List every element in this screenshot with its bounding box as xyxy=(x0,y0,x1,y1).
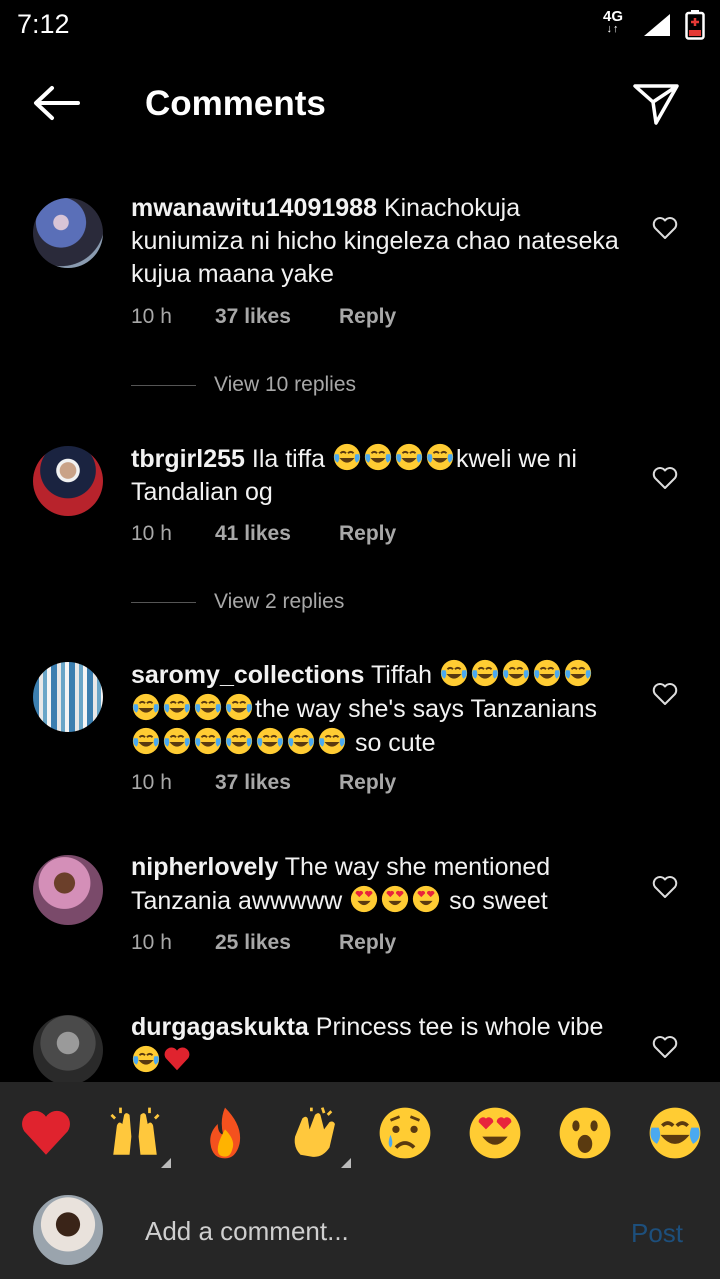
tears-of-joy-emoji-icon xyxy=(286,726,316,756)
like-heart-icon[interactable] xyxy=(652,466,678,490)
tears-of-joy-emoji-icon xyxy=(131,726,161,756)
comment-likes[interactable]: 37 likes xyxy=(215,305,339,329)
like-heart-icon[interactable] xyxy=(652,875,678,899)
fire-icon[interactable] xyxy=(196,1104,254,1162)
comment-likes[interactable]: 25 likes xyxy=(215,931,339,955)
comment-body-part: so cute xyxy=(348,729,436,757)
view-replies-label: View 10 replies xyxy=(214,373,357,396)
comment-likes[interactable]: 37 likes xyxy=(215,771,339,795)
replies-divider xyxy=(131,384,196,386)
clapping-hands-icon[interactable] xyxy=(286,1104,344,1162)
comment-username[interactable]: mwanawitu14091988 xyxy=(131,194,377,222)
comment-username[interactable]: durgagaskukta xyxy=(131,1013,309,1041)
tears-of-joy-emoji-icon xyxy=(332,442,362,472)
tears-of-joy-emoji-icon xyxy=(563,658,593,688)
comment-meta: 10 h 41 likes Reply xyxy=(131,522,396,546)
comment-text: durgagaskukta Princess tee is whole vibe xyxy=(131,1011,621,1078)
network-type: 4G xyxy=(602,8,623,25)
comments-header: Comments xyxy=(0,60,720,150)
page-title: Comments xyxy=(145,84,326,123)
reply-button[interactable]: Reply xyxy=(339,931,396,955)
comment-username[interactable]: nipherlovely xyxy=(131,853,278,881)
comment-meta: 10 h 37 likes Reply xyxy=(131,305,396,329)
crying-face-icon[interactable] xyxy=(376,1104,434,1162)
comment-body-part: Princess tee is whole vibe xyxy=(315,1013,604,1041)
user-avatar[interactable] xyxy=(33,662,103,732)
reply-button[interactable]: Reply xyxy=(339,305,396,329)
view-replies-label: View 2 replies xyxy=(214,590,345,613)
user-avatar[interactable] xyxy=(33,855,103,925)
tears-of-joy-emoji-icon xyxy=(317,726,347,756)
comment-username[interactable]: saromy_collections xyxy=(131,661,364,689)
red-heart-icon[interactable] xyxy=(17,1104,75,1162)
comment-text: saromy_collections Tiffah the way she's … xyxy=(131,658,621,760)
comment-time: 10 h xyxy=(131,522,172,545)
comment-input[interactable] xyxy=(143,1210,587,1252)
comment-meta: 10 h 25 likes Reply xyxy=(131,931,396,955)
reply-button[interactable]: Reply xyxy=(339,522,396,546)
tears-of-joy-emoji-icon xyxy=(425,442,455,472)
variant-indicator-icon xyxy=(341,1158,351,1168)
user-avatar[interactable] xyxy=(33,1015,103,1085)
my-avatar xyxy=(33,1195,103,1265)
comment-body-part: Ila tiffa xyxy=(251,445,333,473)
tears-of-joy-icon[interactable] xyxy=(646,1104,704,1162)
heart-eyes-emoji-icon xyxy=(411,884,441,914)
surprised-face-icon[interactable] xyxy=(556,1104,614,1162)
comment-likes[interactable]: 41 likes xyxy=(215,522,339,546)
user-avatar[interactable] xyxy=(33,198,103,268)
view-replies-button[interactable]: View 10 replies xyxy=(131,373,356,397)
comment-time: 10 h xyxy=(131,931,172,954)
comment-time: 10 h xyxy=(131,771,172,794)
variant-indicator-icon xyxy=(161,1158,171,1168)
comment-text: mwanawitu14091988 Kinachokuja kuniumiza … xyxy=(131,192,621,291)
comment-username[interactable]: tbrgirl255 xyxy=(131,445,245,473)
tears-of-joy-emoji-icon xyxy=(131,1044,161,1074)
like-heart-icon[interactable] xyxy=(652,1035,678,1059)
tears-of-joy-emoji-icon xyxy=(224,692,254,722)
comment-body-part: Tiffah xyxy=(370,661,440,689)
raising-hands-icon[interactable] xyxy=(106,1104,164,1162)
reply-button[interactable]: Reply xyxy=(339,771,396,795)
comment-text: nipherlovely The way she mentioned Tanza… xyxy=(131,851,621,918)
heart-eyes-emoji-icon xyxy=(349,884,379,914)
direct-message-icon[interactable] xyxy=(632,82,680,126)
view-replies-button[interactable]: View 2 replies xyxy=(131,590,344,614)
tears-of-joy-emoji-icon xyxy=(532,658,562,688)
tears-of-joy-emoji-icon xyxy=(131,692,161,722)
tears-of-joy-emoji-icon xyxy=(162,726,192,756)
comment-text: tbrgirl255 Ila tiffa kweli we ni Tandali… xyxy=(131,442,621,509)
back-arrow-icon[interactable] xyxy=(32,85,80,121)
comment-meta: 10 h 37 likes Reply xyxy=(131,771,396,795)
quick-reaction-bar xyxy=(0,1082,720,1182)
tears-of-joy-emoji-icon xyxy=(255,726,285,756)
battery-icon xyxy=(685,10,705,40)
post-button[interactable]: Post xyxy=(631,1218,683,1249)
replies-divider xyxy=(131,601,196,603)
signal-icon xyxy=(644,14,670,36)
comment-body-part: the way she's says Tanzanians xyxy=(255,695,598,723)
comment-composer: Post xyxy=(0,1182,720,1279)
like-heart-icon[interactable] xyxy=(652,682,678,706)
red-heart-emoji-icon xyxy=(162,1044,192,1074)
status-time: 7:12 xyxy=(17,9,70,39)
like-heart-icon[interactable] xyxy=(652,216,678,240)
tears-of-joy-emoji-icon xyxy=(470,658,500,688)
tears-of-joy-emoji-icon xyxy=(439,658,469,688)
tears-of-joy-emoji-icon xyxy=(501,658,531,688)
tears-of-joy-emoji-icon xyxy=(394,442,424,472)
tears-of-joy-emoji-icon xyxy=(193,726,223,756)
user-avatar[interactable] xyxy=(33,446,103,516)
tears-of-joy-emoji-icon xyxy=(162,692,192,722)
tears-of-joy-emoji-icon xyxy=(363,442,393,472)
comment-body-part: so sweet xyxy=(442,887,548,915)
heart-eyes-icon[interactable] xyxy=(466,1104,524,1162)
tears-of-joy-emoji-icon xyxy=(193,692,223,722)
comment-time: 10 h xyxy=(131,305,172,328)
network-indicator: 4G ↓↑ xyxy=(599,8,627,36)
heart-eyes-emoji-icon xyxy=(380,884,410,914)
status-bar: 7:12 4G ↓↑ xyxy=(0,0,720,50)
tears-of-joy-emoji-icon xyxy=(224,726,254,756)
